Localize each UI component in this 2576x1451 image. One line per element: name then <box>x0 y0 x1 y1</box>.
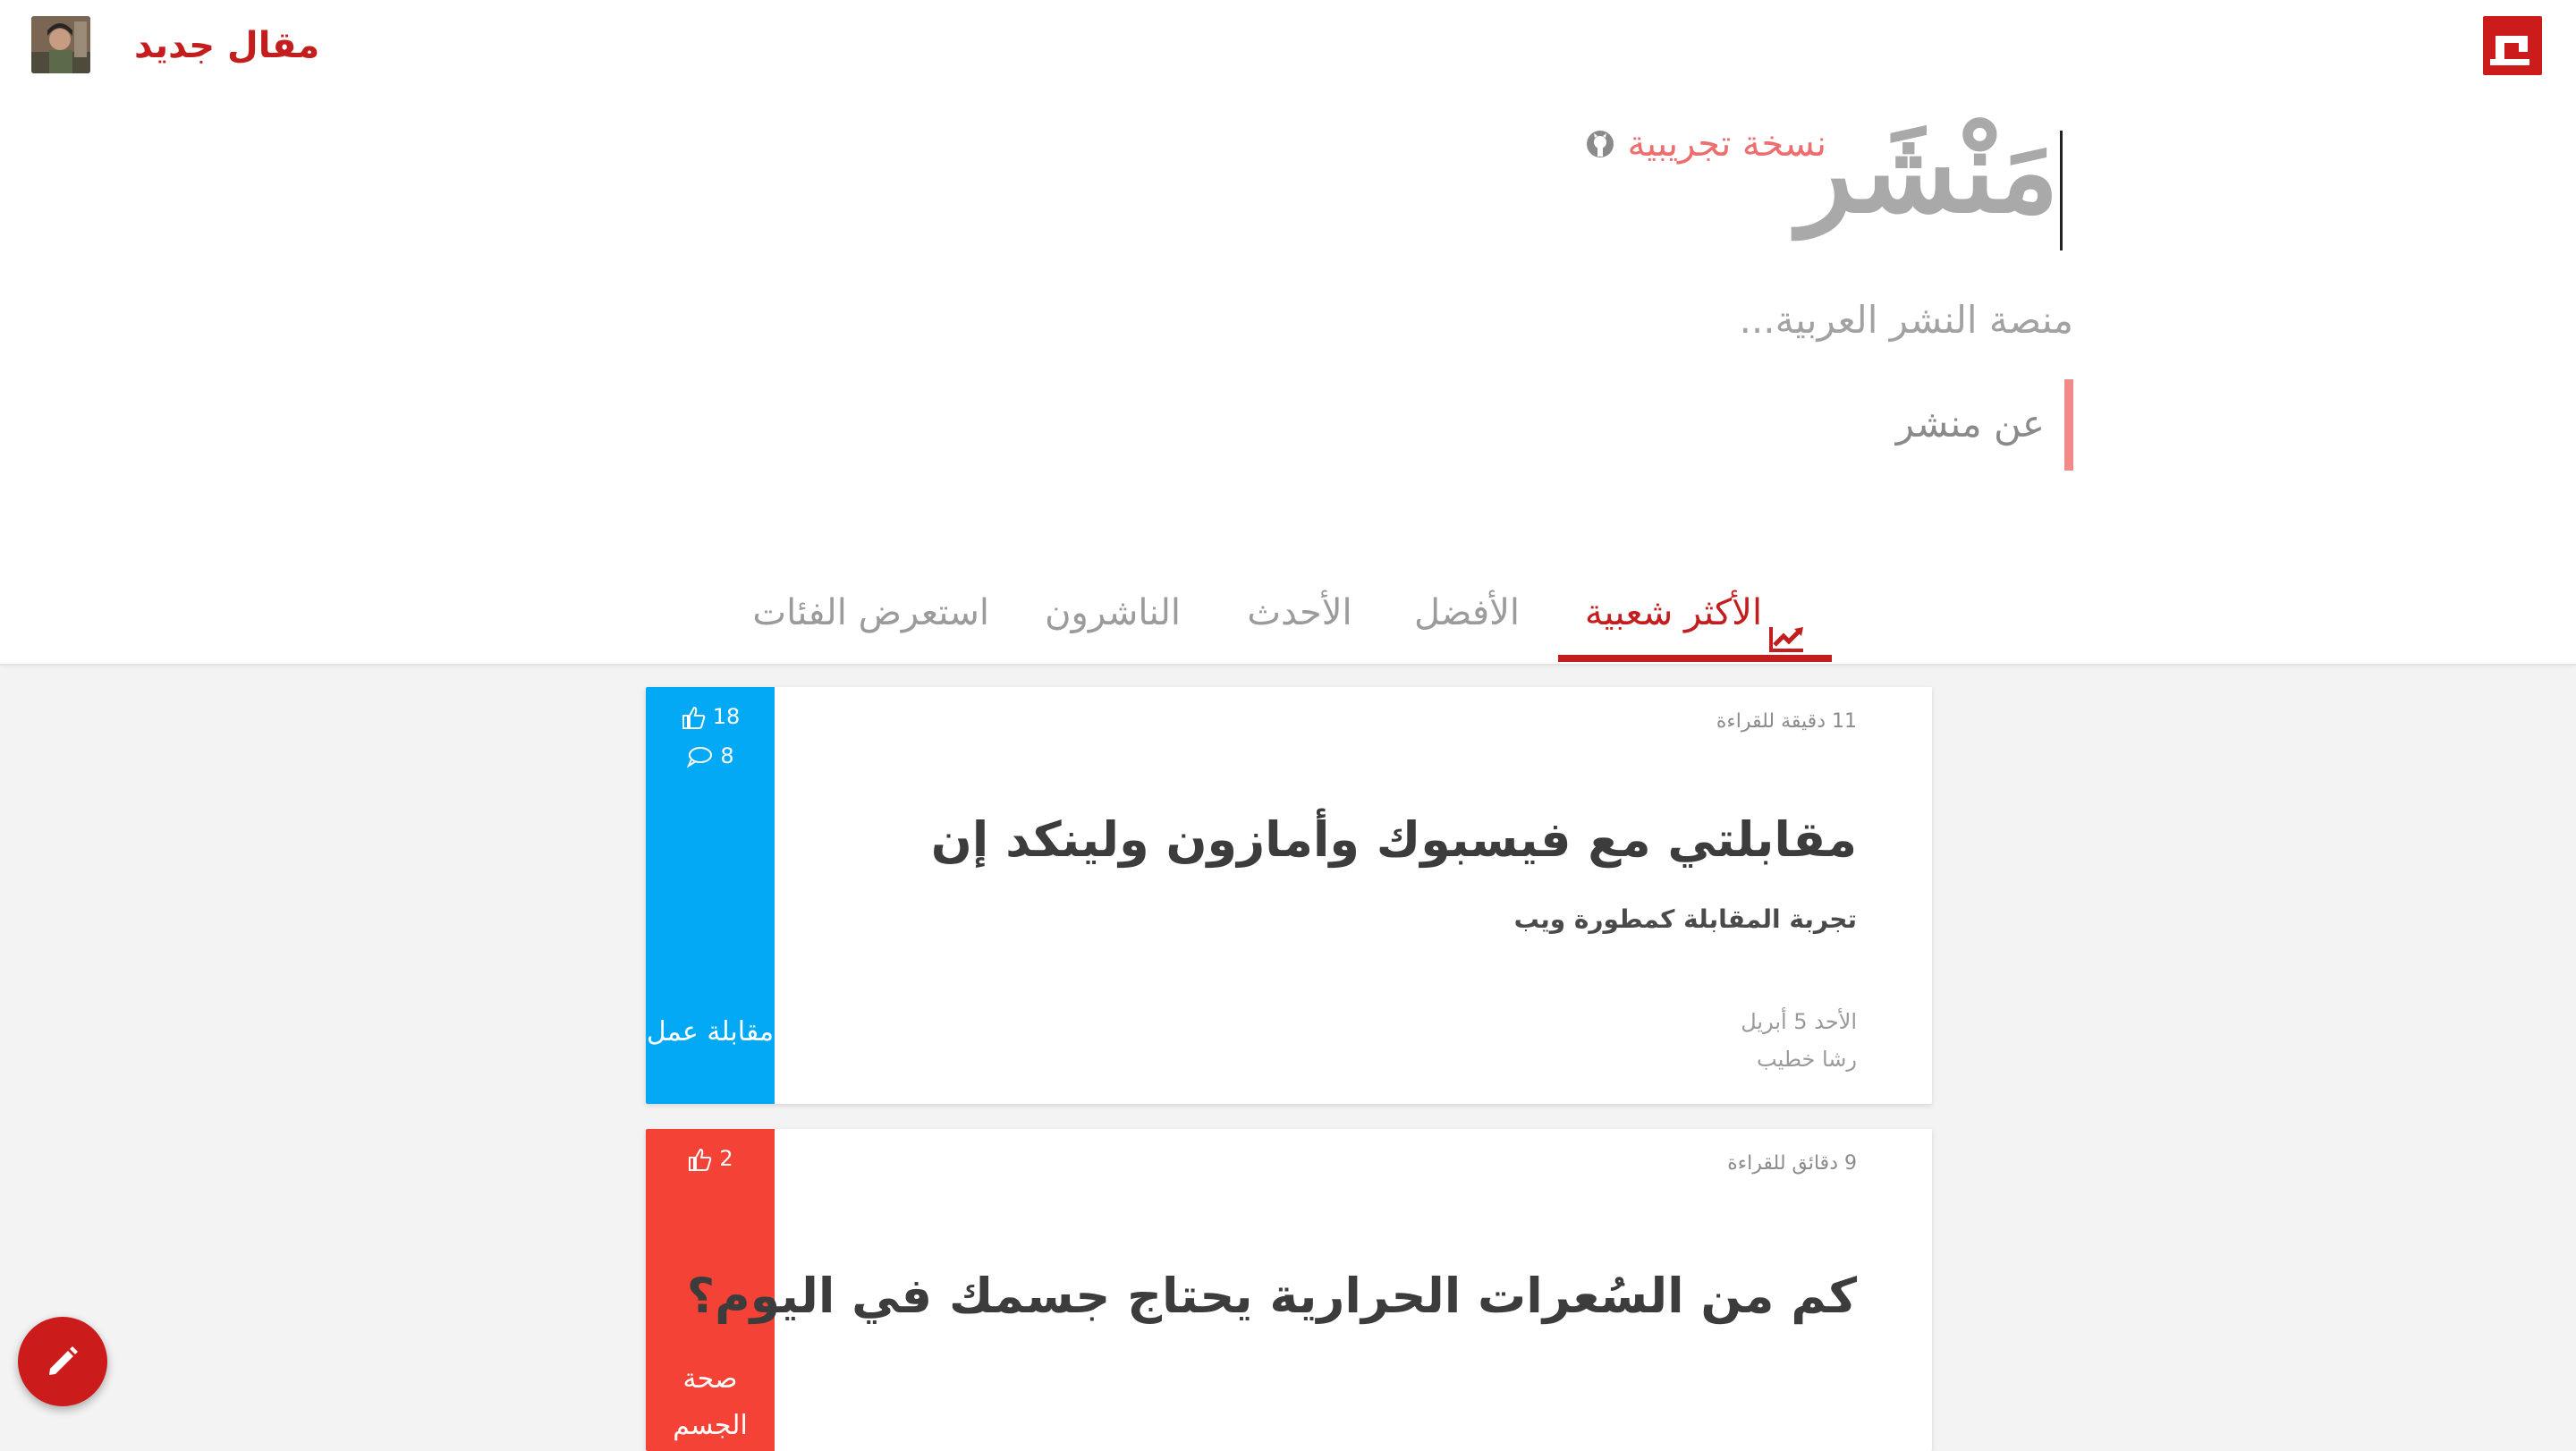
tab-publishers[interactable]: الناشرون <box>1045 573 1181 662</box>
tab-label: استعرض الفئات <box>752 592 989 633</box>
read-time: 9 دقائق للقراءة <box>1727 1152 1857 1175</box>
card-category-strip: 18 8 مقابلة عمل <box>646 687 775 1104</box>
nav-tabs: الأكثر شعبية الأفضل الأحدث الناشرون استع… <box>0 573 2576 664</box>
tab-latest[interactable]: الأحدث <box>1243 573 1356 662</box>
tab-label: الناشرون <box>1045 592 1181 633</box>
likes-value: 2 <box>719 1146 733 1171</box>
thumbs-up-icon <box>682 706 706 729</box>
write-article-fab[interactable] <box>18 1317 107 1406</box>
pencil-icon <box>49 1346 78 1375</box>
thumbs-up-icon <box>689 1148 712 1171</box>
likes-count: 2 <box>646 1145 775 1172</box>
article-card[interactable]: 2 صحة الجسم 9 دقائق للقراءة كم من السُعر… <box>646 1129 1932 1451</box>
article-title[interactable]: كم من السُعرات الحرارية يحتاج جسمك في ال… <box>687 1265 1857 1328</box>
tab-label: الأحدث <box>1247 592 1352 633</box>
tab-browse-categories[interactable]: استعرض الفئات <box>752 573 989 662</box>
category-label[interactable]: مقابلة عمل <box>646 1009 775 1056</box>
article-subtitle: تجربة المقابلة كمطورة ويب <box>1513 904 1857 934</box>
category-label[interactable]: صحة الجسم <box>646 1356 775 1449</box>
header-area: مقال جديد مَنْشَر نسخة تجريبية منصة النش… <box>0 0 2576 666</box>
likes-value: 18 <box>712 704 741 729</box>
comment-icon <box>687 747 713 768</box>
comments-value: 8 <box>720 743 734 768</box>
beta-version-link[interactable]: نسخة تجريبية <box>1627 123 1826 165</box>
new-article-link[interactable]: مقال جديد <box>134 21 319 70</box>
text-caret <box>2060 131 2063 250</box>
tab-label: الأكثر شعبية <box>1584 592 1763 633</box>
likes-count: 18 <box>646 703 775 730</box>
read-time: 11 دقيقة للقراءة <box>1716 710 1857 733</box>
manshar-logo-icon[interactable] <box>2483 16 2542 75</box>
article-date: الأحد 5 أبريل <box>1741 1009 1857 1034</box>
tab-label: الأفضل <box>1413 592 1521 633</box>
about-link[interactable]: عن منشر <box>1896 379 2073 471</box>
tab-most-popular[interactable]: الأكثر شعبية <box>1558 573 1832 662</box>
site-title: مَنْشَر <box>1798 105 2059 239</box>
site-tagline: منصة النشر العربية... <box>1739 298 2073 342</box>
article-card[interactable]: 18 8 مقابلة عمل 11 دقيقة للقراءة مقابلتي… <box>646 687 1932 1104</box>
user-avatar[interactable] <box>31 16 90 73</box>
comments-count: 8 <box>646 742 775 769</box>
article-author[interactable]: رشا خطيب <box>1757 1043 1857 1075</box>
article-title[interactable]: مقابلتي مع فيسبوك وأمازون ولينكد إن <box>931 809 1857 871</box>
trending-icon <box>1769 600 1805 652</box>
tab-best[interactable]: الأفضل <box>1413 573 1521 662</box>
github-icon[interactable] <box>1585 129 1615 159</box>
